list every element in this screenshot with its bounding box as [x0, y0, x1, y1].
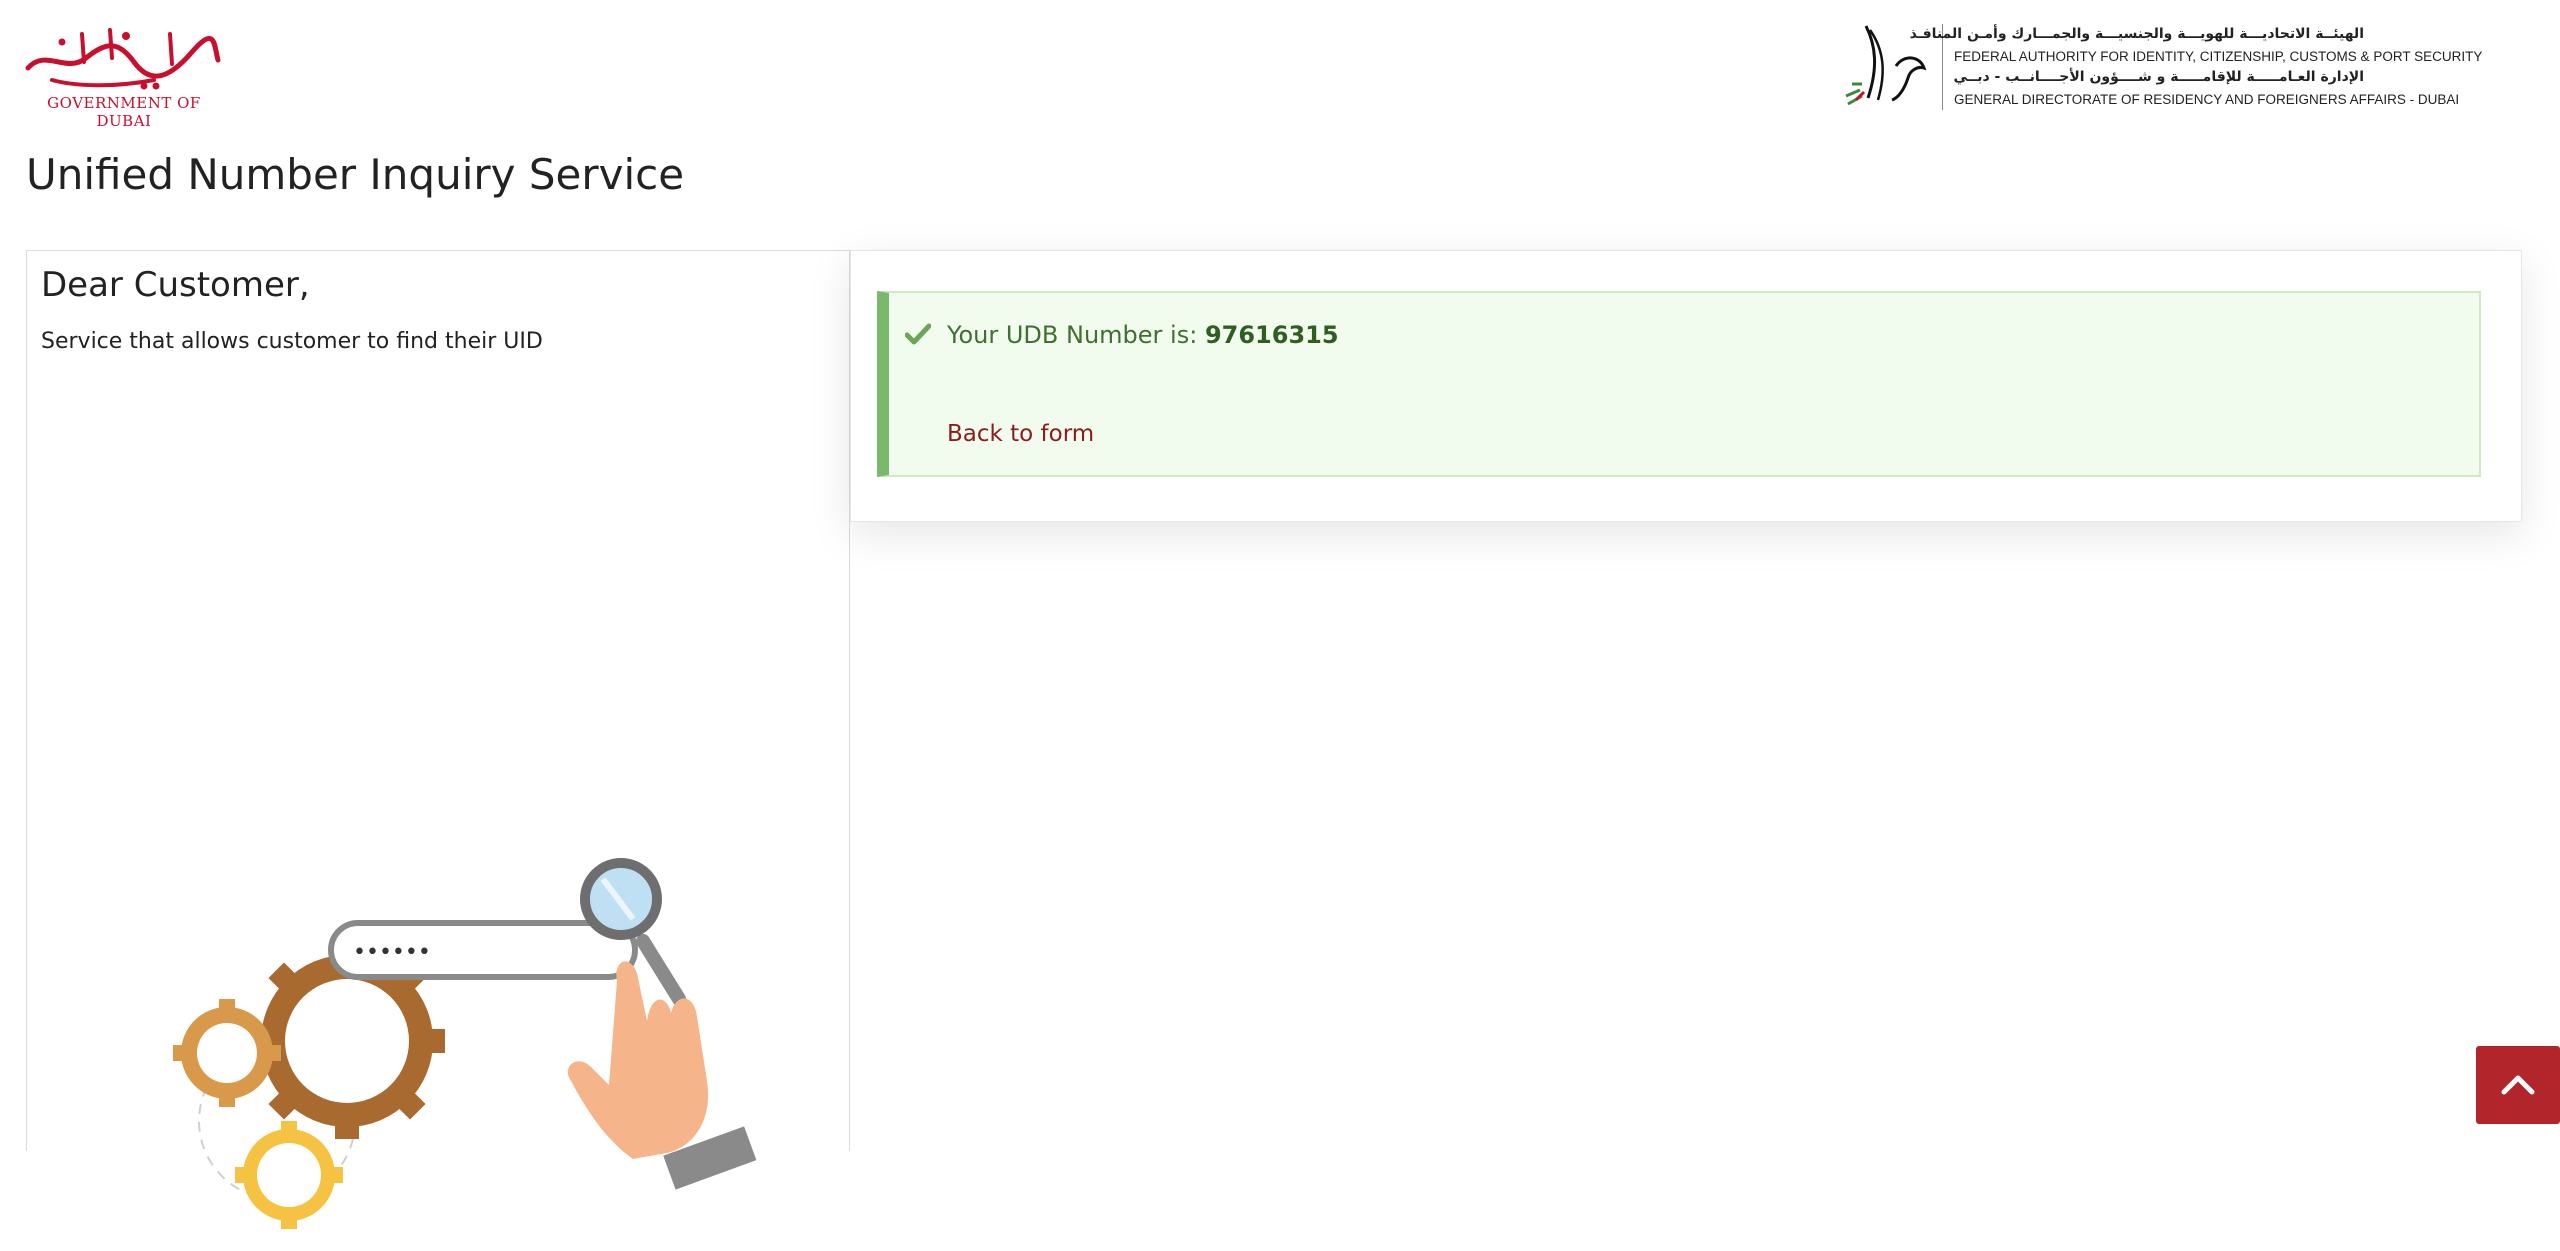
yellow-gear-icon [235, 1121, 343, 1229]
page-title: Unified Number Inquiry Service [26, 150, 685, 199]
federal-authority-arabic-title: الهيئــة الاتحاديـــة للهويـــة والجنسيـ… [1909, 26, 2364, 42]
federal-authority-english-title: FEDERAL AUTHORITY FOR IDENTITY, CITIZENS… [1954, 48, 2483, 64]
success-alert: Your UDB Number is: 97616315 Back to for… [877, 291, 2481, 477]
service-description: Service that allows customer to find the… [41, 329, 543, 354]
site-header: GOVERNMENT OF DUBAI الهيئــة الاتحاديـــ… [0, 0, 2560, 130]
federal-authority-text: الهيئــة الاتحاديـــة للهويـــة والجنسيـ… [1909, 24, 2483, 110]
udb-number-message: Your UDB Number is: 97616315 [947, 321, 1339, 349]
search-field-dots: •••••• [353, 940, 431, 965]
government-of-dubai-logo[interactable]: GOVERNMENT OF DUBAI [22, 22, 222, 130]
dubai-calligraphy-logo [25, 28, 221, 90]
result-card: Your UDB Number is: 97616315 Back to for… [850, 250, 2522, 522]
hand-icon [567, 961, 757, 1190]
directorate-english-title: GENERAL DIRECTORATE OF RESIDENCY AND FOR… [1954, 91, 2460, 107]
chevron-up-icon [2501, 1075, 2535, 1095]
greeting-heading: Dear Customer, [41, 265, 310, 305]
dubai-logo-caption: GOVERNMENT OF DUBAI [47, 94, 201, 130]
udb-number-value: 97616315 [1204, 321, 1339, 349]
scroll-to-top-button[interactable] [2476, 1046, 2560, 1124]
service-info-panel: Dear Customer, Service that allows custo… [26, 250, 850, 1229]
search-gears-illustration: •••••• [173, 858, 757, 1229]
check-icon [905, 323, 931, 345]
small-gear-icon [173, 999, 281, 1107]
back-to-form-link[interactable]: Back to form [947, 421, 1094, 447]
directorate-arabic-title: الإدارة العـامـــــة للإقامـــــة و شـــ… [1953, 69, 2364, 85]
federal-authority-logo[interactable]: الهيئــة الاتحاديـــة للهويـــة والجنسيـ… [1838, 20, 2538, 120]
udb-number-label: Your UDB Number is: [947, 321, 1198, 349]
